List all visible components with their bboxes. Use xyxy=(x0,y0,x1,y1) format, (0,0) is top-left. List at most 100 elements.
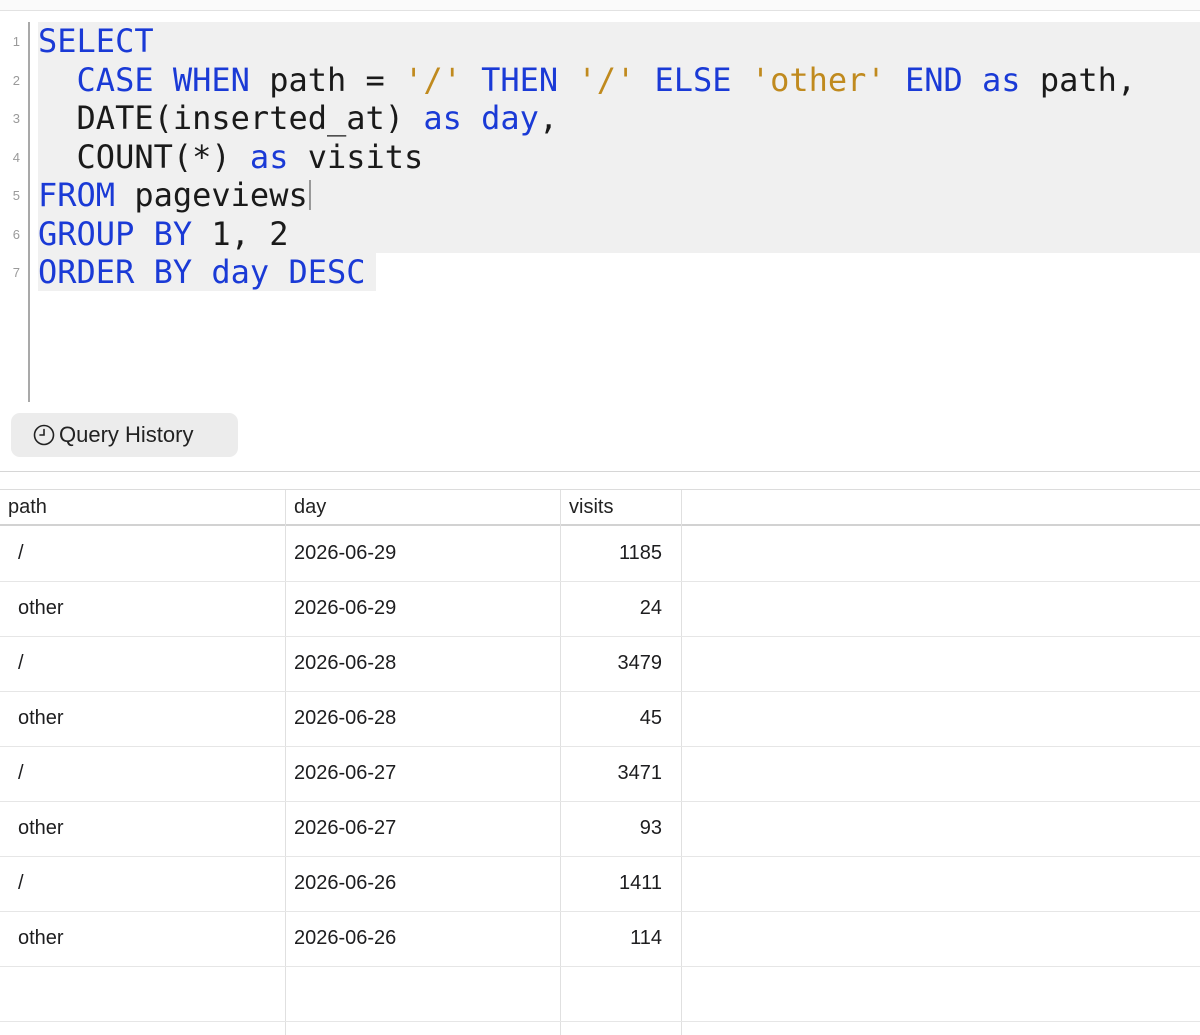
sql-text: path = xyxy=(249,60,405,99)
line-number: 3 xyxy=(12,111,20,126)
sql-text: pageviews xyxy=(115,176,308,214)
sql-keyword: as xyxy=(423,99,462,137)
editor-gutter-divider xyxy=(28,22,30,402)
table-row[interactable]: other 2026-06-26 114 xyxy=(0,911,1200,967)
cell-path[interactable]: other xyxy=(18,581,64,635)
empty-table-row xyxy=(0,966,1200,1022)
sql-keyword: as xyxy=(249,137,289,176)
sql-keyword: CASE xyxy=(76,60,154,99)
cell-path[interactable]: other xyxy=(18,801,64,855)
pane-divider[interactable] xyxy=(0,471,1200,472)
column-header-visits[interactable]: visits xyxy=(569,490,613,524)
code-line: GROUP BY 1, 2 xyxy=(38,215,288,253)
cell-day[interactable]: 2026-06-27 xyxy=(294,801,396,855)
line-number: 1 xyxy=(12,34,20,49)
cell-visits[interactable]: 3471 xyxy=(560,746,663,800)
cell-path[interactable]: other xyxy=(18,911,64,965)
sql-keyword: THEN xyxy=(481,60,559,99)
sql-editor[interactable]: 1 2 3 4 5 6 7 SELECT CASE WHEN path = '/' THEN… xyxy=(0,11,1200,403)
code-line: FROM pageviews xyxy=(38,176,311,214)
cell-day[interactable]: 2026-06-28 xyxy=(294,691,396,745)
table-row[interactable]: / 2026-06-28 3479 xyxy=(0,636,1200,692)
sql-keyword: GROUP xyxy=(38,214,135,253)
cell-day[interactable]: 2026-06-26 xyxy=(294,911,396,965)
line-number: 5 xyxy=(12,188,20,203)
line-number: 2 xyxy=(12,72,20,88)
sql-text: DATE(inserted_at) xyxy=(38,99,424,137)
cell-day[interactable]: 2026-06-29 xyxy=(294,526,396,580)
sql-keyword: ORDER xyxy=(38,253,135,291)
sql-text: 1, 2 xyxy=(192,214,289,253)
table-row[interactable]: / 2026-06-27 3471 xyxy=(0,746,1200,802)
sql-keyword: ELSE xyxy=(654,60,732,99)
cell-day[interactable]: 2026-06-28 xyxy=(294,636,396,690)
line-number: 4 xyxy=(12,149,20,165)
code-line: COUNT(*) as visits xyxy=(38,137,424,176)
sql-text: visits xyxy=(288,137,424,176)
sql-keyword: day xyxy=(481,99,539,137)
column-header-day[interactable]: day xyxy=(294,490,326,524)
window-top-bar xyxy=(0,0,1200,11)
cell-visits[interactable]: 93 xyxy=(560,801,662,855)
sql-string: '/' xyxy=(577,60,636,99)
cell-day[interactable]: 2026-06-29 xyxy=(294,581,396,635)
sql-keyword: FROM xyxy=(38,176,116,214)
cell-path[interactable]: / xyxy=(18,856,24,910)
line-number: 6 xyxy=(12,226,20,242)
results-header-row: path day visits xyxy=(0,490,1200,526)
table-row[interactable]: / 2026-06-29 1185 xyxy=(0,526,1200,582)
cell-visits[interactable]: 114 xyxy=(560,911,662,965)
sql-keyword: END xyxy=(904,60,963,99)
cell-path[interactable]: / xyxy=(18,526,24,580)
sql-keyword: BY xyxy=(153,253,193,291)
results-grid[interactable]: path day visits / 2026-06-29 1185 other 2026… xyxy=(0,489,1200,1035)
code-line: DATE(inserted_at) as day, xyxy=(38,99,559,137)
cell-day[interactable]: 2026-06-27 xyxy=(294,746,396,800)
cell-visits[interactable]: 1411 xyxy=(560,856,662,910)
table-row[interactable]: other 2026-06-27 93 xyxy=(0,801,1200,857)
cell-day[interactable]: 2026-06-26 xyxy=(294,856,396,910)
sql-keyword: SELECT xyxy=(38,22,154,60)
column-header-path[interactable]: path xyxy=(8,490,47,524)
sql-keyword: as xyxy=(982,60,1021,99)
cell-path[interactable]: / xyxy=(18,636,24,690)
sql-keyword: WHEN xyxy=(172,60,250,99)
cell-path[interactable]: / xyxy=(18,746,24,800)
table-row[interactable]: / 2026-06-26 1411 xyxy=(0,856,1200,912)
sql-keyword: DESC xyxy=(288,253,366,291)
code-line: ORDER BY day DESC xyxy=(38,253,366,291)
sql-text: path, xyxy=(1020,60,1137,99)
code-line: CASE WHEN path = '/' THEN '/' ELSE 'othe… xyxy=(38,60,1137,99)
clock-icon xyxy=(33,424,55,446)
table-row[interactable]: other 2026-06-29 24 xyxy=(0,581,1200,637)
cell-visits[interactable]: 3479 xyxy=(560,636,663,690)
cell-visits[interactable]: 24 xyxy=(560,581,662,635)
sql-keyword: day xyxy=(211,253,270,291)
line-number: 7 xyxy=(12,265,20,280)
cell-visits[interactable]: 1185 xyxy=(560,526,662,580)
query-history-label: Query History xyxy=(59,422,194,447)
sql-string: '/' xyxy=(404,60,462,99)
code-line: SELECT xyxy=(38,22,154,60)
cell-path[interactable]: other xyxy=(18,691,64,745)
sql-string: 'other' xyxy=(750,60,886,99)
query-history-button[interactable]: Query History xyxy=(11,413,238,457)
text-cursor xyxy=(308,180,311,210)
cell-visits[interactable]: 45 xyxy=(560,691,662,745)
table-row[interactable]: other 2026-06-28 45 xyxy=(0,691,1200,747)
sql-text: , xyxy=(538,99,559,137)
sql-text: COUNT(*) xyxy=(38,137,250,176)
sql-keyword: BY xyxy=(153,214,193,253)
